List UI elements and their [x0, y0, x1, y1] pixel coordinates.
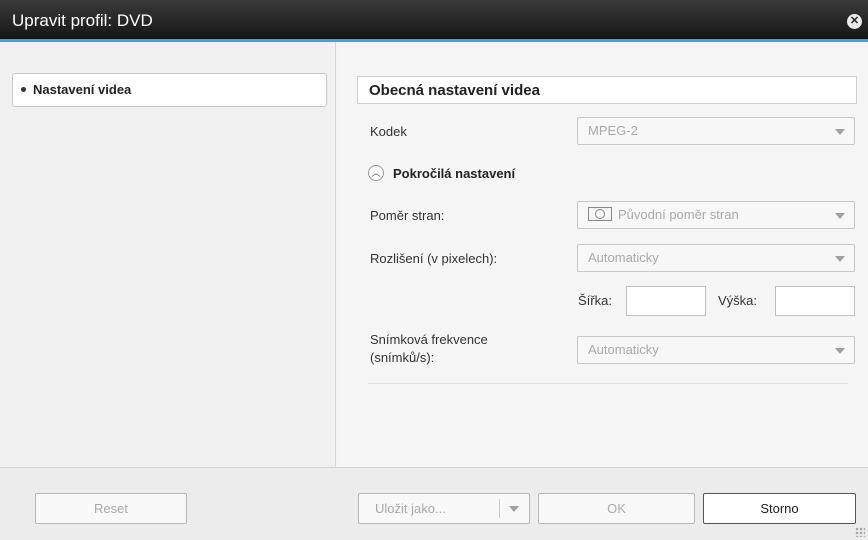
chevron-down-icon — [835, 213, 845, 219]
resolution-select[interactable]: Automaticky — [577, 244, 855, 272]
height-label: Výška: — [718, 293, 758, 308]
framerate-label-line1: Snímková frekvence — [370, 332, 488, 347]
cancel-button[interactable]: Storno — [703, 493, 856, 524]
divider — [368, 383, 848, 384]
edit-profile-dialog: Upravit profil: DVD ✕ Nastavení videa Ob… — [0, 0, 868, 540]
split-divider — [499, 499, 500, 518]
codec-select[interactable]: MPEG-2 — [577, 117, 855, 145]
close-icon[interactable]: ✕ — [847, 14, 862, 29]
sidebar: Nastavení videa — [0, 42, 336, 467]
save-as-label: Uložit jako... — [375, 501, 446, 516]
codec-label: Kodek — [370, 124, 407, 139]
aspect-ratio-label: Poměr stran: — [370, 208, 445, 223]
chevron-down-icon — [835, 348, 845, 354]
framerate-label-line2: (snímků/s): — [370, 350, 435, 365]
resolution-value: Automaticky — [588, 250, 659, 265]
advanced-settings-label[interactable]: Pokročilá nastavení — [393, 166, 515, 181]
sidebar-item-video-settings[interactable]: Nastavení videa — [12, 73, 327, 107]
dialog-title: Upravit profil: DVD — [12, 11, 153, 30]
chevron-down-icon[interactable] — [509, 506, 519, 512]
sidebar-item-label: Nastavení videa — [33, 82, 132, 97]
bullet-icon — [21, 87, 26, 93]
width-label: Šířka: — [578, 293, 612, 308]
footer: Reset Uložit jako... OK Storno — [0, 467, 868, 540]
save-as-button[interactable]: Uložit jako... — [358, 493, 530, 524]
reset-button[interactable]: Reset — [35, 493, 187, 524]
section-title: Obecná nastavení videa — [357, 76, 857, 104]
chevron-up-icon[interactable]: ︿ — [368, 165, 384, 181]
codec-value: MPEG-2 — [588, 123, 638, 138]
framerate-value: Automaticky — [588, 342, 659, 357]
chevron-down-icon — [835, 129, 845, 135]
aspect-ratio-value: Původní poměr stran — [618, 207, 739, 222]
height-input[interactable] — [775, 286, 855, 316]
ok-button[interactable]: OK — [538, 493, 695, 524]
width-input[interactable] — [626, 286, 706, 316]
resize-grip-icon[interactable] — [855, 527, 865, 537]
aspect-ratio-icon — [588, 206, 612, 221]
aspect-ratio-select[interactable]: Původní poměr stran — [577, 201, 855, 229]
title-bar: Upravit profil: DVD ✕ — [0, 0, 868, 42]
chevron-down-icon — [835, 256, 845, 262]
framerate-select[interactable]: Automaticky — [577, 336, 855, 364]
resolution-label: Rozlišení (v pixelech): — [370, 251, 498, 266]
